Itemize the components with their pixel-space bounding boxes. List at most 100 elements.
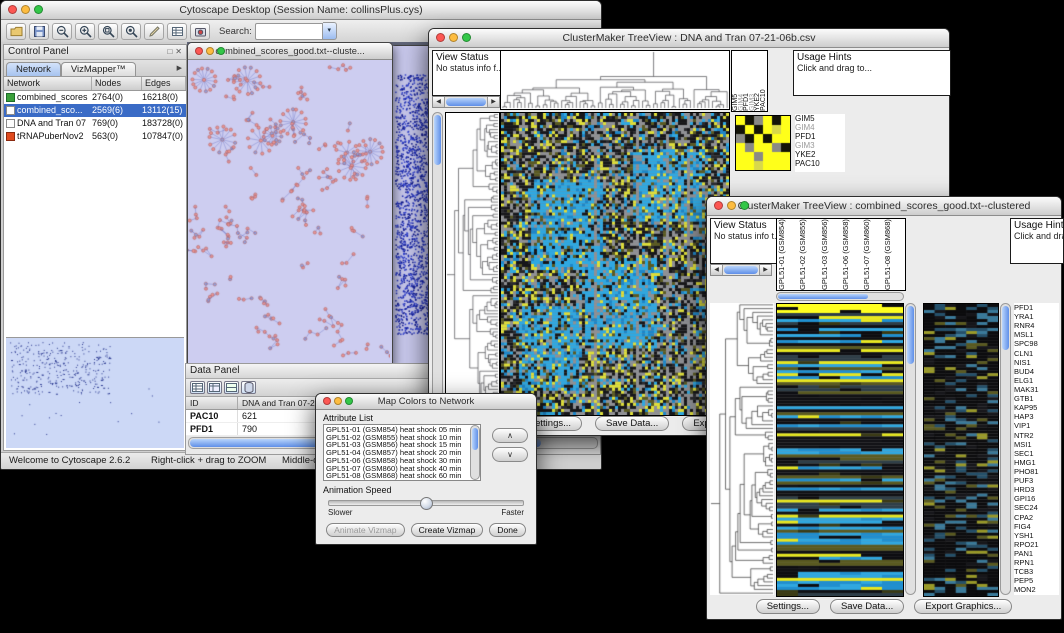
minimize-icon[interactable] [21, 5, 30, 14]
treeview1-titlebar[interactable]: ClusterMaker TreeView : DNA and Tran 07-… [429, 29, 949, 48]
cell-id: PAC10 [186, 410, 238, 422]
column-dendrogram-canvas[interactable] [501, 51, 729, 109]
move-up-button[interactable]: ∧ [492, 428, 528, 443]
slider-thumb[interactable] [420, 497, 433, 510]
dialog-titlebar[interactable]: Map Colors to Network [316, 394, 536, 410]
combo-arrow-icon[interactable]: ▾ [323, 22, 337, 40]
tree-navigator[interactable]: ◀ ▶ [710, 264, 772, 276]
close-icon[interactable] [323, 397, 331, 405]
column-id[interactable]: ID [186, 397, 238, 409]
close-icon[interactable] [714, 201, 723, 210]
scrollbar-thumb[interactable] [472, 428, 478, 450]
attribute-list-item[interactable]: GPL51-08 (GSM868) heat shock 60 min [326, 472, 480, 480]
annotation-icon[interactable] [144, 23, 164, 40]
tv2-gene-labels: PFD1YRA1RNR4MSL1SPC98CLN1NIS1BUD4ELG1MAK… [1014, 303, 1059, 595]
close-icon[interactable] [436, 33, 445, 42]
zoom-fit-icon[interactable] [98, 23, 118, 40]
open-folder-icon[interactable] [6, 23, 26, 40]
column-network[interactable]: Network [4, 77, 92, 90]
nav-thumb[interactable] [724, 266, 758, 274]
move-down-button[interactable]: ∨ [492, 447, 528, 462]
scrollbar-thumb[interactable] [907, 306, 914, 364]
done-button[interactable]: Done [489, 523, 526, 537]
scrollbar-thumb[interactable] [434, 115, 441, 165]
close-panel-icon[interactable]: ✕ [175, 45, 182, 59]
zoom-in-icon[interactable] [75, 23, 95, 40]
list-scrollbar[interactable] [470, 425, 480, 480]
export-graphics-button[interactable]: Export Graphics... [914, 599, 1012, 614]
network-edges: 16218(0) [142, 91, 186, 104]
column-edges[interactable]: Edges [142, 77, 186, 90]
heatmap-canvas[interactable] [777, 304, 903, 596]
database-icon[interactable] [241, 381, 256, 394]
network-canvas[interactable] [188, 60, 390, 364]
correlation-matrix-canvas[interactable] [736, 116, 790, 170]
network-table-icon[interactable] [224, 381, 239, 394]
zoom-window-icon[interactable] [345, 397, 353, 405]
zoom-window-icon[interactable] [462, 33, 471, 42]
heatmap-canvas[interactable] [501, 113, 729, 415]
network-list-item[interactable]: combined_sco...2569(6)13112(15) [4, 104, 186, 117]
vertical-scrollbar[interactable] [432, 112, 443, 416]
network-list-item[interactable]: DNA and Tran 07769(0)183728(0) [4, 117, 186, 130]
zoom-window-icon[interactable] [34, 5, 43, 14]
network-view-titlebar[interactable]: combined_scores_good.txt--cluste... [188, 43, 392, 60]
nav-right-icon[interactable]: ▶ [759, 265, 771, 275]
window-controls [195, 47, 225, 55]
gene-label: NTR2 [1014, 431, 1059, 440]
network-overview-thumbnail[interactable] [6, 337, 184, 448]
row-dendrogram-canvas[interactable] [446, 113, 499, 415]
vertical-scrollbar[interactable] [1000, 303, 1011, 595]
network-list-item[interactable]: tRNAPuberNov2563(0)107847(0) [4, 130, 186, 143]
snapshot-icon[interactable] [190, 23, 210, 40]
minimize-icon[interactable] [727, 201, 736, 210]
zoom-window-icon[interactable] [740, 201, 749, 210]
main-titlebar[interactable]: Cytoscape Desktop (Session Name: collins… [1, 1, 601, 20]
close-icon[interactable] [195, 47, 203, 55]
search-input[interactable] [255, 23, 323, 40]
gene-label: RPN1 [1014, 558, 1059, 567]
nav-left-icon[interactable]: ◀ [711, 265, 723, 275]
tab-vizmapper[interactable]: VizMapper™ [61, 62, 136, 76]
close-icon[interactable] [8, 5, 17, 14]
attribute-list[interactable]: GPL51-01 (GSM854) heat shock 05 minGPL51… [323, 424, 481, 481]
minimize-icon[interactable] [449, 33, 458, 42]
nav-thumb[interactable] [446, 98, 486, 106]
secondary-heatmap-canvas[interactable] [924, 304, 998, 596]
row-dendrogram-canvas[interactable] [710, 303, 774, 595]
slower-label: Slower [328, 508, 352, 517]
usage-hints-panel: Usage Hints Click and drag... [1010, 218, 1064, 264]
minimize-icon[interactable] [206, 47, 214, 55]
vertical-scrollbar[interactable] [905, 303, 916, 595]
node-table-icon[interactable] [190, 381, 205, 394]
treeview2-titlebar[interactable]: ClusterMaker TreeView : combined_scores_… [707, 197, 1061, 216]
column-nodes[interactable]: Nodes [92, 77, 142, 90]
tree-navigator[interactable]: ◀ ▶ [432, 96, 500, 108]
tv1-matrix-labels: GIM5GIM4PFD1GIM3YKE2PAC10 [795, 114, 845, 172]
gene-label: KAP95 [1014, 403, 1059, 412]
speed-slider[interactable] [328, 500, 524, 506]
create-vizmap-button[interactable]: Create Vizmap [411, 523, 484, 537]
scrollbar-thumb[interactable] [1002, 306, 1009, 350]
float-icon[interactable]: □ [167, 45, 172, 59]
table-icon[interactable] [167, 23, 187, 40]
nav-left-icon[interactable]: ◀ [433, 97, 445, 107]
zoom-out-icon[interactable] [52, 23, 72, 40]
toolbar-icons [6, 23, 210, 40]
save-data-button[interactable]: Save Data... [830, 599, 904, 614]
network-list-item[interactable]: combined_scores2764(0)16218(0) [4, 91, 186, 104]
scrollbar-thumb[interactable] [778, 294, 868, 299]
save-data-button[interactable]: Save Data... [595, 416, 669, 431]
gene-label: PFD1 [795, 132, 845, 141]
edge-table-icon[interactable] [207, 381, 222, 394]
save-icon[interactable] [29, 23, 49, 40]
tab-network[interactable]: Network [6, 62, 61, 76]
zoom-selected-icon[interactable] [121, 23, 141, 40]
tab-overflow-icon[interactable]: ▶ [177, 62, 182, 76]
gene-label: RPO21 [1014, 540, 1059, 549]
nav-right-icon[interactable]: ▶ [487, 97, 499, 107]
zoom-window-icon[interactable] [217, 47, 225, 55]
settings-button[interactable]: Settings... [756, 599, 820, 614]
horizontal-scrollbar[interactable] [776, 292, 904, 301]
minimize-icon[interactable] [334, 397, 342, 405]
